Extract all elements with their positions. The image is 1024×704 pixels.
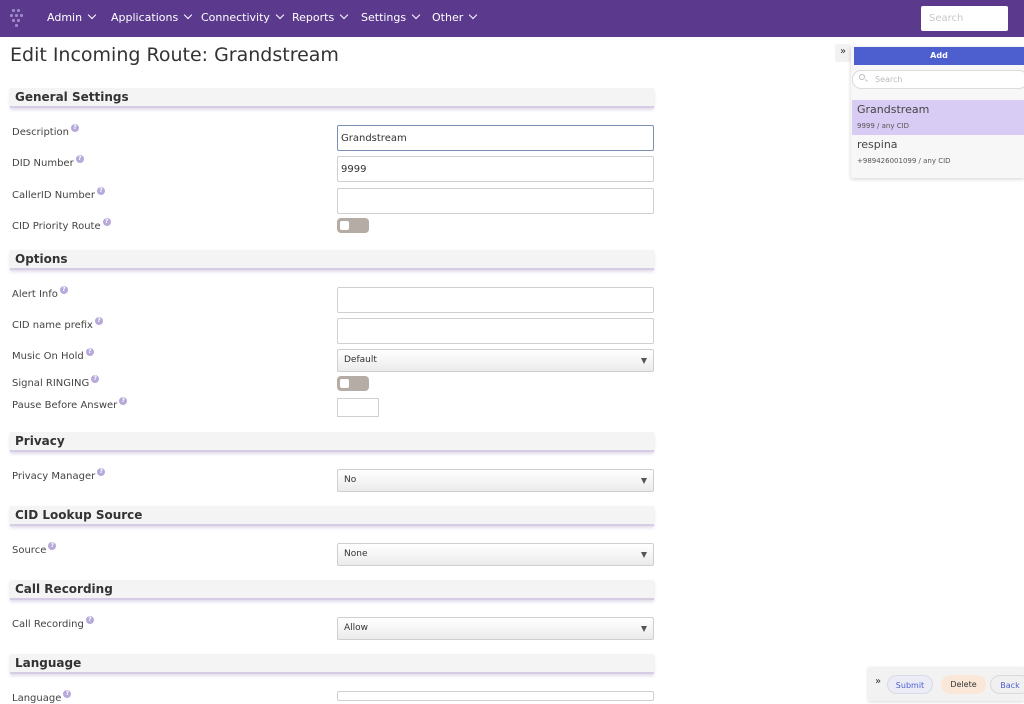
action-bar: » Submit Delete Back [868, 667, 1024, 701]
section-privacy: Privacy [10, 432, 654, 452]
add-route-button[interactable]: Add [854, 47, 1024, 65]
language-input[interactable] [337, 691, 654, 701]
route-subtitle: 9999 / any CID [857, 122, 910, 130]
alert-info-label: Alert Info? [12, 286, 68, 300]
did-number-label: DID Number? [12, 155, 84, 169]
section-language: Language [10, 654, 654, 674]
description-input[interactable] [337, 125, 654, 151]
section-title: Call Recording [15, 582, 113, 596]
select-value: No [344, 475, 357, 485]
toggle-knob [340, 379, 349, 388]
nav-connectivity[interactable]: Connectivity [201, 10, 285, 24]
signal-ringing-toggle[interactable] [337, 376, 369, 391]
nav-connectivity-label: Connectivity [201, 11, 270, 24]
nav-reports[interactable]: Reports [292, 10, 349, 24]
did-number-input[interactable] [337, 156, 654, 182]
help-icon[interactable]: ? [59, 286, 68, 294]
section-general-settings: General Settings [10, 88, 654, 108]
select-value: Allow [344, 623, 369, 633]
call-recording-label: Call Recording? [12, 616, 94, 630]
caret-down-icon [641, 626, 647, 632]
section-title: Privacy [15, 434, 65, 448]
toggle-knob [340, 221, 349, 230]
delete-button[interactable]: Delete [941, 675, 986, 694]
music-on-hold-label: Music On Hold? [12, 348, 94, 362]
chevron-down-icon [183, 10, 193, 20]
help-icon[interactable]: ? [96, 187, 105, 195]
help-icon[interactable]: ? [70, 124, 79, 132]
chevron-down-icon [468, 10, 478, 20]
pause-before-answer-label: Pause Before Answer? [12, 397, 128, 411]
privacy-manager-label: Privacy Manager? [12, 468, 106, 482]
nav-applications-label: Applications [111, 11, 179, 24]
callerid-number-label: CallerID Number? [12, 187, 105, 201]
signal-ringing-label: Signal RINGING? [12, 375, 100, 389]
help-icon[interactable]: ? [85, 616, 94, 624]
cid-priority-route-label: CID Priority Route? [12, 218, 111, 232]
music-on-hold-select[interactable]: Default [337, 349, 654, 372]
caret-down-icon [641, 358, 647, 364]
help-icon[interactable]: ? [85, 348, 94, 356]
help-icon[interactable]: ? [94, 317, 103, 325]
chevron-down-icon [275, 10, 285, 20]
help-icon[interactable]: ? [75, 155, 84, 163]
privacy-manager-select[interactable]: No [337, 469, 654, 492]
route-item-respina[interactable]: respina +989426001099 / any CID [852, 135, 1024, 170]
help-icon[interactable]: ? [102, 218, 111, 226]
caret-down-icon [641, 552, 647, 558]
help-icon[interactable]: ? [63, 690, 72, 698]
nav-reports-label: Reports [292, 11, 335, 24]
double-chevron-right-icon[interactable]: » [875, 676, 881, 687]
description-label: Description? [12, 124, 79, 138]
language-label: Language? [12, 690, 72, 704]
chevron-down-icon [87, 10, 97, 20]
search-icon [859, 74, 865, 80]
help-icon[interactable]: ? [48, 542, 57, 550]
nav-settings-label: Settings [361, 11, 407, 24]
route-item-grandstream[interactable]: Grandstream 9999 / any CID [852, 100, 1024, 135]
top-navbar: Admin Applications Connectivity Reports … [0, 0, 1024, 37]
nav-other[interactable]: Other [432, 10, 478, 24]
help-icon[interactable]: ? [97, 468, 106, 476]
cid-name-prefix-label: CID name prefix? [12, 317, 103, 331]
pause-before-answer-input[interactable] [337, 398, 379, 417]
logo-icon[interactable] [10, 9, 24, 27]
route-search-input[interactable]: Search [852, 70, 1024, 89]
search-placeholder: Search [875, 75, 903, 84]
source-select[interactable]: None [337, 543, 654, 566]
source-label: Source? [12, 542, 57, 556]
chevron-down-icon [339, 10, 349, 20]
section-title: Options [15, 252, 68, 266]
nav-settings[interactable]: Settings [361, 10, 421, 24]
call-recording-select[interactable]: Allow [337, 617, 654, 640]
back-button[interactable]: Back [990, 675, 1024, 694]
nav-admin-label: Admin [47, 11, 83, 24]
expand-panel-button[interactable]: » [835, 44, 851, 62]
help-icon[interactable]: ? [91, 375, 100, 383]
section-title: General Settings [15, 90, 129, 104]
top-search-input[interactable] [921, 6, 1008, 31]
section-title: CID Lookup Source [15, 508, 143, 522]
caret-down-icon [641, 478, 647, 484]
route-name: respina [857, 138, 898, 151]
callerid-number-input[interactable] [337, 188, 654, 214]
section-cid-lookup-source: CID Lookup Source [10, 506, 654, 526]
section-title: Language [15, 656, 82, 670]
help-icon[interactable]: ? [119, 397, 128, 405]
chevron-down-icon [411, 10, 421, 20]
submit-button[interactable]: Submit [887, 675, 933, 694]
route-subtitle: +989426001099 / any CID [857, 157, 951, 165]
alert-info-input[interactable] [337, 287, 654, 313]
nav-applications[interactable]: Applications [111, 10, 193, 24]
section-call-recording: Call Recording [10, 580, 654, 600]
select-value: None [344, 549, 368, 559]
nav-other-label: Other [432, 11, 464, 24]
select-value: Default [344, 355, 377, 365]
nav-admin[interactable]: Admin [47, 10, 97, 24]
cid-name-prefix-input[interactable] [337, 318, 654, 344]
page-title: Edit Incoming Route: Grandstream [10, 44, 339, 66]
route-name: Grandstream [857, 103, 930, 116]
cid-priority-route-toggle[interactable] [337, 218, 369, 233]
section-options: Options [10, 250, 654, 270]
